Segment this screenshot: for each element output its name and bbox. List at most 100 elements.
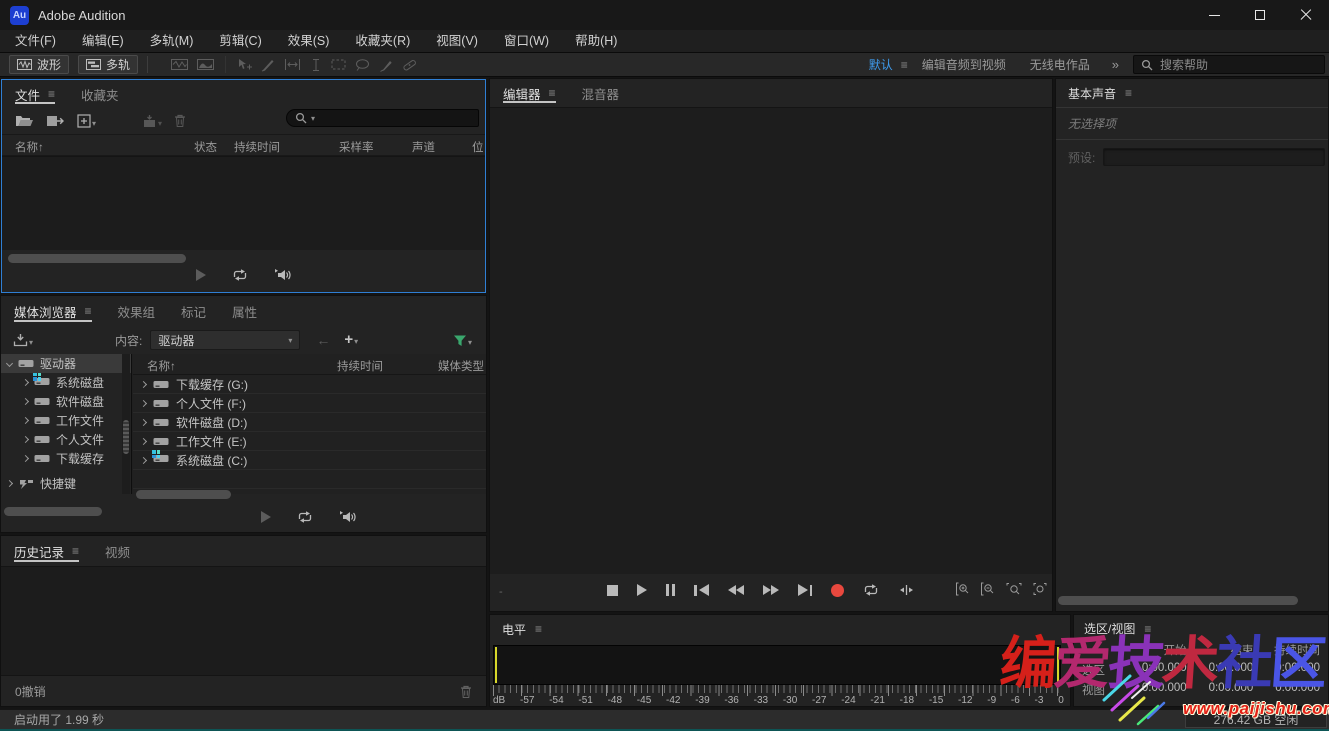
waveform-view-button[interactable]: 波形 bbox=[9, 55, 69, 74]
files-list-empty[interactable] bbox=[2, 156, 485, 250]
selection-duration-value[interactable]: 0:00.000 bbox=[1253, 662, 1320, 678]
media-row-e-drive[interactable]: 工作文件 (E:) bbox=[133, 432, 486, 451]
help-search-input[interactable]: 搜索帮助 bbox=[1133, 55, 1325, 74]
workspace-edit-audio-to-video[interactable]: 编辑音频到视频 bbox=[912, 56, 1016, 73]
column-duration[interactable]: 持续时间 bbox=[337, 358, 383, 374]
tab-markers[interactable]: 标记 bbox=[181, 296, 206, 326]
panel-menu-icon[interactable]: ≡ bbox=[85, 305, 92, 317]
workspace-overflow-chevron[interactable]: » bbox=[1104, 57, 1127, 72]
menu-favorites[interactable]: 收藏夹(R) bbox=[342, 30, 423, 52]
loop-playback-button[interactable] bbox=[297, 510, 313, 524]
panel-menu-icon[interactable]: ≡ bbox=[549, 87, 556, 99]
tree-item-download-cache[interactable]: 下载缓存 bbox=[1, 449, 131, 468]
tab-history[interactable]: 历史记录 ≡ bbox=[14, 536, 79, 566]
selection-start-value[interactable]: 0:00.000 bbox=[1120, 662, 1187, 678]
history-list-empty[interactable] bbox=[1, 566, 486, 676]
zoom-in-point-button[interactable] bbox=[955, 582, 971, 596]
tree-item-software-disk[interactable]: 软件磁盘 bbox=[1, 392, 131, 411]
play-button[interactable] bbox=[196, 269, 206, 281]
menu-multitrack[interactable]: 多轨(M) bbox=[137, 30, 207, 52]
maximize-button[interactable] bbox=[1237, 0, 1283, 30]
tab-mixer[interactable]: 混音器 bbox=[582, 79, 620, 107]
clear-history-button[interactable] bbox=[460, 685, 472, 699]
media-hscrollbar[interactable] bbox=[136, 490, 231, 499]
editor-canvas-empty[interactable] bbox=[490, 107, 1052, 574]
open-file-button[interactable] bbox=[15, 114, 34, 128]
tab-editor[interactable]: 编辑器 ≡ bbox=[503, 79, 556, 107]
move-tool-icon[interactable] bbox=[237, 58, 252, 72]
import-file-button[interactable] bbox=[46, 114, 65, 128]
import-media-button[interactable]: ▾ bbox=[13, 333, 33, 347]
minimize-button[interactable] bbox=[1191, 0, 1237, 30]
selection-end-value[interactable]: 0:00.000 bbox=[1187, 662, 1254, 678]
menu-window[interactable]: 窗口(W) bbox=[491, 30, 562, 52]
tab-effects-rack[interactable]: 效果组 bbox=[118, 296, 156, 326]
close-button[interactable] bbox=[1283, 0, 1329, 30]
panel-menu-icon[interactable]: ≡ bbox=[1144, 623, 1151, 635]
tab-properties[interactable]: 属性 bbox=[232, 296, 257, 326]
media-row-g-drive[interactable]: 下载缓存 (G:) bbox=[133, 375, 486, 394]
add-shortcut-button[interactable]: + ▾ bbox=[344, 334, 358, 346]
zoom-to-selection-button[interactable] bbox=[1005, 582, 1023, 596]
menu-help[interactable]: 帮助(H) bbox=[562, 30, 630, 52]
pause-button[interactable] bbox=[666, 584, 675, 596]
media-row-c-drive[interactable]: 系统磁盘 (C:) bbox=[133, 451, 486, 470]
tab-media-browser[interactable]: 媒体浏览器 ≡ bbox=[14, 296, 92, 326]
filter-button[interactable]: ▾ bbox=[453, 334, 472, 347]
stop-button[interactable] bbox=[607, 585, 618, 596]
panel-menu-icon[interactable]: ≡ bbox=[72, 545, 79, 557]
column-name[interactable]: 名称↑ bbox=[147, 358, 176, 374]
record-button[interactable] bbox=[831, 584, 844, 597]
waveform-display-icon[interactable] bbox=[171, 58, 188, 71]
spot-healing-tool-icon[interactable] bbox=[402, 58, 417, 72]
workspace-menu-icon[interactable]: ≡ bbox=[901, 59, 908, 71]
media-row-f-drive[interactable]: 个人文件 (F:) bbox=[133, 394, 486, 413]
panel-menu-icon[interactable]: ≡ bbox=[1125, 87, 1132, 99]
column-media-type[interactable]: 媒体类型 bbox=[438, 358, 484, 374]
panel-menu-icon[interactable]: ≡ bbox=[48, 88, 55, 100]
tree-vscrollbar[interactable] bbox=[122, 354, 130, 494]
play-button[interactable] bbox=[261, 511, 271, 523]
menu-clip[interactable]: 剪辑(C) bbox=[206, 30, 274, 52]
essential-hscrollbar[interactable] bbox=[1058, 596, 1298, 605]
back-button[interactable]: ← bbox=[316, 332, 330, 348]
column-sample-rate[interactable]: 采样率 bbox=[339, 139, 374, 155]
level-meter[interactable] bbox=[493, 645, 1061, 685]
column-bits[interactable]: 位 bbox=[472, 139, 484, 155]
menu-file[interactable]: 文件(F) bbox=[2, 30, 69, 52]
tree-item-personal-files[interactable]: 个人文件 bbox=[1, 430, 131, 449]
media-row-d-drive[interactable]: 软件磁盘 (D:) bbox=[133, 413, 486, 432]
menu-edit[interactable]: 编辑(E) bbox=[69, 30, 137, 52]
tree-item-system-disk[interactable]: 系统磁盘 bbox=[1, 373, 131, 392]
skip-to-previous-button[interactable] bbox=[694, 584, 709, 596]
fast-forward-button[interactable] bbox=[763, 585, 779, 595]
export-button[interactable]: ▾ bbox=[142, 114, 162, 128]
lasso-selection-tool-icon[interactable] bbox=[355, 58, 370, 71]
multitrack-view-button[interactable]: 多轨 bbox=[78, 55, 138, 74]
razor-tool-icon[interactable] bbox=[261, 58, 275, 72]
workspace-default[interactable]: 默认 bbox=[859, 56, 903, 73]
delete-button[interactable] bbox=[174, 114, 186, 128]
tab-video[interactable]: 视频 bbox=[105, 536, 130, 566]
spectral-display-icon[interactable] bbox=[197, 58, 214, 71]
menu-view[interactable]: 视图(V) bbox=[423, 30, 491, 52]
new-item-button[interactable]: ▾ bbox=[77, 114, 96, 128]
skip-selection-button[interactable] bbox=[898, 584, 915, 596]
preset-input[interactable] bbox=[1103, 148, 1325, 166]
view-duration-value[interactable]: 0:00.000 bbox=[1253, 682, 1320, 698]
workspace-radio-production[interactable]: 无线电作品 bbox=[1020, 56, 1100, 73]
time-selection-tool-icon[interactable] bbox=[310, 58, 322, 72]
column-name[interactable]: 名称↑ bbox=[15, 139, 44, 155]
auto-play-button[interactable] bbox=[274, 268, 292, 282]
tree-item-shortcuts[interactable]: 快捷键 bbox=[1, 474, 131, 493]
content-select[interactable]: 驱动器 ▾ bbox=[150, 330, 300, 350]
files-search-input[interactable]: ▾ bbox=[286, 109, 479, 127]
column-status[interactable]: 状态 bbox=[194, 139, 217, 155]
view-end-value[interactable]: 0:00.000 bbox=[1187, 682, 1254, 698]
tab-files[interactable]: 文件 ≡ bbox=[15, 80, 55, 108]
loop-playback-button[interactable] bbox=[863, 583, 879, 597]
tree-item-work-files[interactable]: 工作文件 bbox=[1, 411, 131, 430]
menu-effects[interactable]: 效果(S) bbox=[275, 30, 343, 52]
tree-vscrollbar-thumb[interactable] bbox=[123, 420, 129, 454]
play-button[interactable] bbox=[637, 584, 647, 596]
